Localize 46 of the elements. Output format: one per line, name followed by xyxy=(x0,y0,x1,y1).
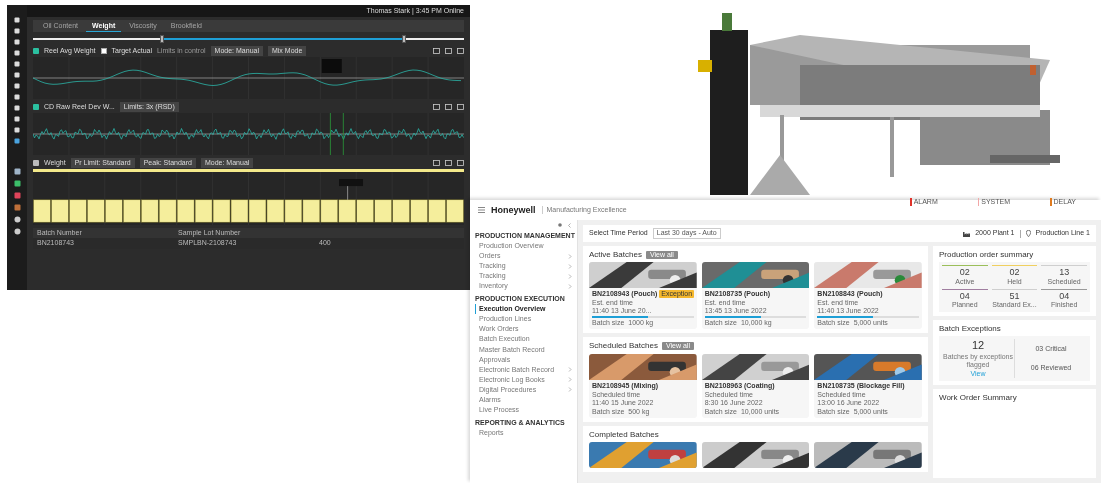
legend-swatch xyxy=(33,48,39,54)
bar xyxy=(392,199,410,223)
tooltip xyxy=(339,179,363,187)
bar xyxy=(123,199,141,223)
bar xyxy=(230,199,249,223)
location-pin-icon xyxy=(1025,230,1031,237)
section-title: Scheduled Batches xyxy=(589,341,658,351)
marker-line xyxy=(342,113,344,155)
tooltip xyxy=(321,59,342,73)
bar xyxy=(446,199,464,223)
bar xyxy=(158,199,177,223)
exception-count: 12 xyxy=(971,339,985,352)
brand-logo: Honeywell xyxy=(491,204,536,216)
bar xyxy=(284,199,303,223)
marker-line xyxy=(330,113,331,155)
bar xyxy=(69,199,87,223)
section-title: Work Order Summary xyxy=(939,392,1018,403)
legend-swatch xyxy=(33,160,39,166)
bar xyxy=(356,199,374,223)
bar xyxy=(212,199,231,223)
factory-icon xyxy=(963,230,971,237)
bar xyxy=(374,199,392,223)
bar xyxy=(302,199,321,223)
section-title: Completed Batches xyxy=(589,429,659,439)
bar xyxy=(428,199,446,223)
pin-icon xyxy=(558,223,562,227)
bar xyxy=(51,199,69,223)
bar xyxy=(338,199,356,223)
bar xyxy=(194,199,213,223)
checkbox[interactable] xyxy=(100,48,107,54)
section-title: Active Batches xyxy=(589,250,642,260)
bar xyxy=(105,199,123,223)
menu-icon[interactable] xyxy=(478,207,485,213)
section-title: Production order summary xyxy=(939,250,1035,260)
bar xyxy=(266,199,285,223)
bar xyxy=(248,199,267,223)
bar xyxy=(33,199,51,223)
bar xyxy=(320,199,339,223)
range-slider[interactable] xyxy=(33,35,464,43)
section-title: Batch Exceptions xyxy=(939,323,1002,334)
marker-line xyxy=(347,185,348,201)
bar xyxy=(410,199,428,223)
bar xyxy=(87,199,105,223)
legend-swatch xyxy=(33,104,39,110)
bar xyxy=(176,199,195,223)
bar xyxy=(141,199,159,223)
